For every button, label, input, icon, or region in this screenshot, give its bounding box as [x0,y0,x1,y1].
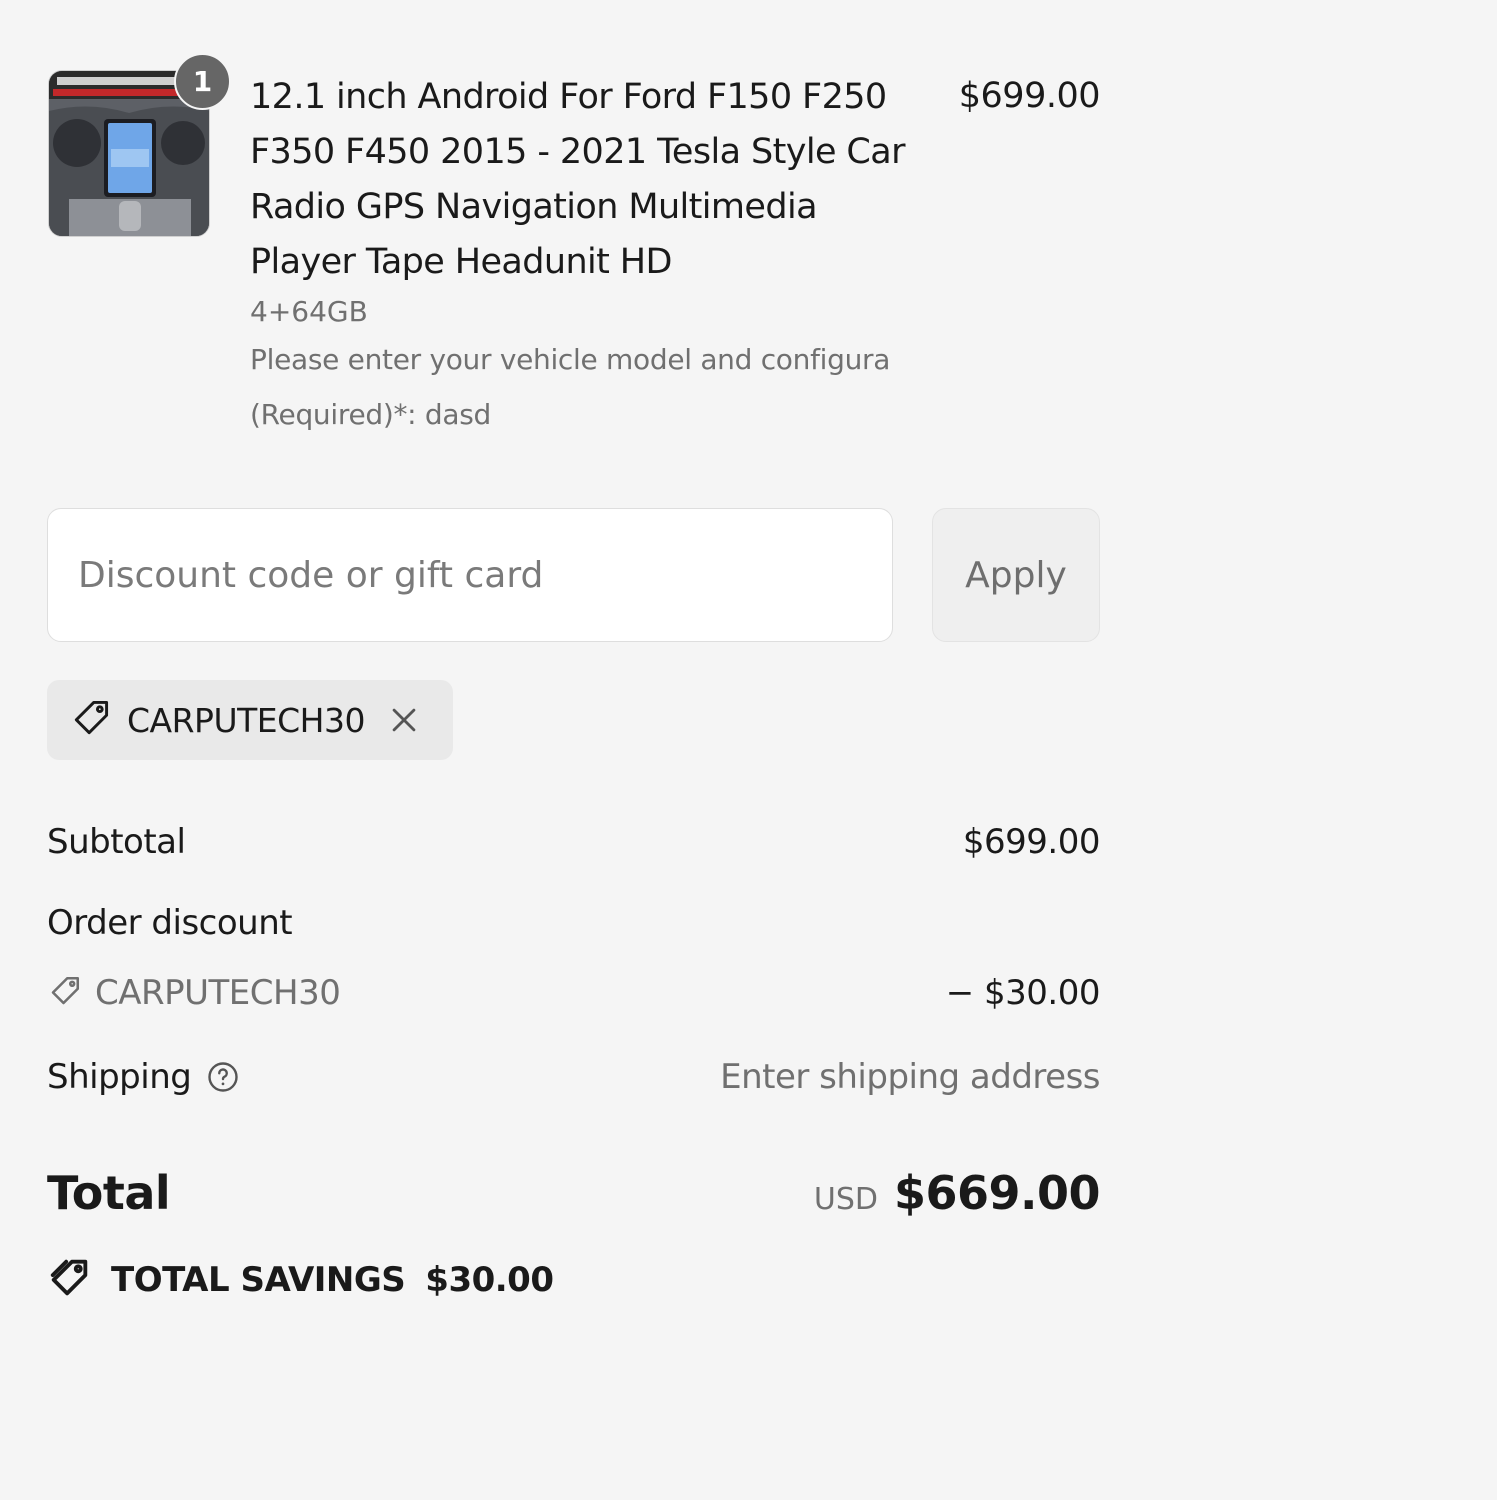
product-price: $699.00 [958,76,1101,116]
subtotal-row: Subtotal $699.00 [47,822,1101,862]
discount-value: − $30.00 [945,973,1101,1013]
discount-code-row: CARPUTECH30 − $30.00 [47,973,1101,1013]
product-info: 12.1 inch Android For Ford F150 F250 F35… [250,70,930,442]
total-savings: TOTAL SAVINGS $30.00 [47,1255,554,1305]
tag-icon [69,696,113,744]
total-row: Total USD $669.00 [47,1166,1101,1220]
savings-label: TOTAL SAVINGS [111,1260,406,1300]
apply-button[interactable]: Apply [932,508,1100,642]
product-title: 12.1 inch Android For Ford F150 F250 F35… [250,77,905,282]
order-discount-label: Order discount [47,903,293,943]
shipping-label: Shipping [47,1057,192,1097]
total-value: $669.00 [893,1166,1101,1220]
remove-discount-icon[interactable] [387,703,421,737]
tag-icon [47,973,83,1013]
subtotal-label: Subtotal [47,822,186,862]
line-item: 1 12.1 inch Android For Ford F150 F250 F… [47,53,1101,450]
savings-value: $30.00 [425,1260,554,1300]
applied-discount-code: CARPUTECH30 [127,700,365,740]
quantity-badge: 1 [174,53,231,110]
total-value-group: USD $669.00 [813,1166,1101,1220]
order-summary: 1 12.1 inch Android For Ford F150 F250 F… [47,0,1101,1500]
product-variant: 4+64GB [250,295,368,328]
shipping-value: Enter shipping address [720,1057,1100,1097]
currency-code: USD [813,1182,878,1217]
shipping-row: Shipping Enter shipping address [47,1057,1100,1097]
discount-code-label: CARPUTECH30 [95,973,341,1013]
product-image-wrapper: 1 [47,53,231,237]
subtotal-value: $699.00 [962,822,1101,862]
total-label: Total [47,1166,171,1220]
help-icon[interactable] [205,1059,241,1095]
order-discount-row: Order discount [47,903,1100,943]
product-property: Please enter your vehicle model and conf… [250,343,891,431]
shipping-label-group: Shipping [47,1057,241,1097]
discount-code-input[interactable] [47,508,893,642]
savings-tag-icon [47,1255,93,1305]
discount-code-group: CARPUTECH30 [47,973,341,1013]
applied-discount-chip: CARPUTECH30 [47,680,453,760]
